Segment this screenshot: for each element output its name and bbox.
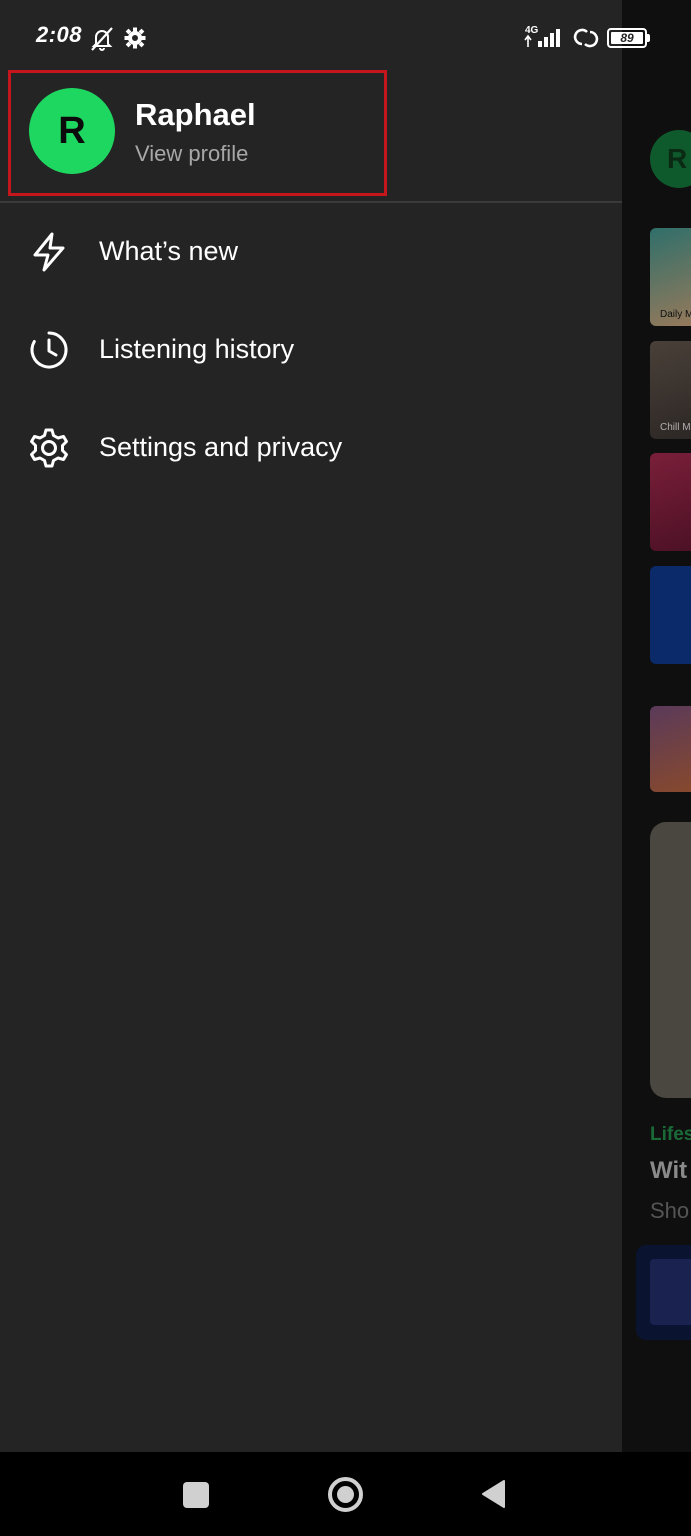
background-app[interactable]: R Daily M Chill M Lifes Wit Sho [622,0,691,1452]
background-tile-caption: Daily M [660,309,691,320]
hotspot-link-icon [573,28,599,48]
background-avatar: R [650,130,691,188]
signal-icon [524,29,560,47]
history-clock-icon [30,331,68,369]
profile-name: Raphael [135,97,256,132]
settings-gear-icon [124,27,146,49]
status-bar: 2:08 4G 89 [0,0,691,72]
home-circle-icon[interactable] [328,1477,363,1512]
menu-label: Listening history [99,334,295,364]
back-triangle-icon[interactable] [480,1479,508,1509]
background-subtext: Sho [650,1198,690,1223]
menu-item-whats-new[interactable]: What’s new [0,212,622,292]
navigation-bar [0,1452,691,1536]
background-heading: Wit [650,1157,688,1184]
menu-label: What’s new [99,236,239,266]
background-tile-caption: Chill M [660,422,691,433]
side-drawer: R Raphael View profile What’s new Listen… [0,0,622,1452]
background-tile: Daily M [650,228,691,326]
background-card [650,822,691,1098]
profile-header[interactable]: R Raphael View profile [8,70,387,196]
background-tile [650,453,691,551]
menu-item-settings-and-privacy[interactable]: Settings and privacy [0,408,622,488]
lightning-icon [33,232,65,272]
menu-item-listening-history[interactable]: Listening history [0,310,622,390]
background-section-label: Lifes [650,1124,691,1145]
avatar[interactable]: R [29,88,115,174]
battery-icon: 89 [607,28,650,48]
background-tile [650,706,691,792]
background-tile [650,566,691,664]
avatar-initial: R [58,109,86,152]
background-player [636,1245,691,1340]
gear-icon [30,428,68,468]
status-time: 2:08 [36,22,83,47]
notifications-muted-icon [91,27,113,51]
view-profile-link[interactable]: View profile [135,141,248,167]
screen: R Daily M Chill M Lifes Wit Sho R Raphae… [0,0,691,1536]
background-tile: Chill M [650,341,691,439]
battery-level: 89 [620,31,634,45]
menu-label: Settings and privacy [99,432,343,462]
recents-square-icon[interactable] [183,1482,209,1508]
divider [0,201,622,203]
